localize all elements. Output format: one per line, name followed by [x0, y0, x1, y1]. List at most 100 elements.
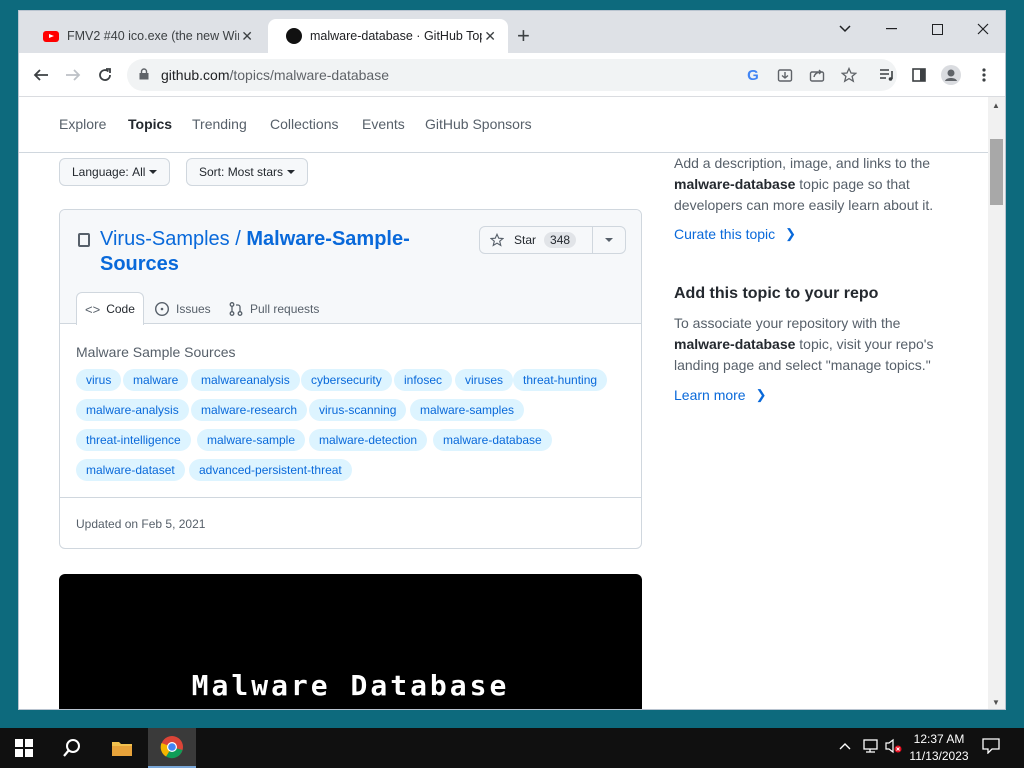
reload-icon[interactable] — [93, 63, 117, 87]
topic-tag[interactable]: cybersecurity — [301, 369, 392, 391]
language-filter-label: Language: — [72, 165, 129, 179]
topic-tag[interactable]: infosec — [394, 369, 453, 391]
address-bar[interactable]: github.com/topics/malware-database G — [127, 59, 897, 91]
forward-icon[interactable] — [61, 63, 85, 87]
scroll-up-icon[interactable]: ▲ — [992, 101, 1000, 110]
topic-tag[interactable]: malware-sample — [197, 429, 306, 451]
repo-card-footer: Updated on Feb 5, 2021 — [60, 497, 641, 548]
youtube-icon — [43, 28, 59, 44]
bookmark-star-icon[interactable] — [839, 65, 859, 85]
search-icon[interactable] — [48, 728, 96, 768]
network-icon[interactable] — [862, 738, 880, 757]
install-icon[interactable] — [775, 65, 795, 85]
star-icon — [490, 233, 504, 247]
topic-tag[interactable]: malware-research — [191, 399, 308, 421]
sort-filter-button[interactable]: Sort: Most stars — [186, 158, 309, 186]
profile-avatar-icon[interactable] — [941, 65, 961, 85]
add-topic-text: To associate your repository with the ma… — [674, 315, 934, 373]
star-dropdown-button[interactable] — [593, 238, 625, 242]
browser-window: FMV2 #40 ico.exe (the new Wind ✕ malware… — [18, 10, 1006, 710]
topic-tag[interactable]: malware-database — [433, 429, 552, 451]
scroll-down-icon[interactable]: ▼ — [992, 698, 1000, 707]
topic-description-prompt: Add a description, image, and links to t… — [674, 155, 934, 213]
back-icon[interactable] — [29, 63, 53, 87]
close-tab-icon[interactable]: ✕ — [241, 28, 253, 45]
subnav-explore[interactable]: Explore — [59, 116, 106, 132]
tab-title: FMV2 #40 ico.exe (the new Wind — [67, 29, 239, 43]
tab-search-icon[interactable] — [822, 15, 868, 43]
code-icon: <> — [85, 301, 101, 317]
topic-tag[interactable]: virus-scanning — [309, 399, 407, 421]
repo-owner-link[interactable]: Virus-Samples — [100, 228, 230, 250]
repo-card-header: Virus-Samples / Malware-Sample-Sources S… — [60, 210, 641, 325]
tab-github[interactable]: malware-database · GitHub Topi ✕ — [268, 19, 508, 53]
github-icon — [286, 28, 302, 44]
topic-tag[interactable]: malware-samples — [410, 399, 525, 421]
subnav-events[interactable]: Events — [362, 116, 405, 132]
close-window-button[interactable] — [960, 15, 1005, 43]
subnav-trending[interactable]: Trending — [192, 116, 247, 132]
subnav-topics[interactable]: Topics — [128, 116, 172, 132]
curate-topic-link[interactable]: Curate this topic ❯ — [674, 226, 796, 242]
language-filter-button[interactable]: Language: All — [59, 158, 171, 186]
star-label: Star — [514, 233, 537, 247]
topic-tag[interactable]: malware-analysis — [76, 399, 189, 421]
repo-separator: / — [229, 228, 247, 250]
topic-tag[interactable]: malwareanalysis — [191, 369, 300, 391]
sort-filter-label: Sort: — [199, 165, 225, 179]
menu-dots-icon[interactable] — [974, 65, 994, 85]
browser-toolbar: github.com/topics/malware-database G — [19, 53, 1005, 97]
new-tab-button[interactable]: + — [517, 25, 530, 47]
notifications-icon[interactable] — [982, 738, 1000, 757]
topic-tag[interactable]: threat-hunting — [513, 369, 608, 391]
tab-strip: FMV2 #40 ico.exe (the new Wind ✕ malware… — [19, 11, 1005, 53]
windows-start-icon[interactable] — [0, 728, 48, 768]
updated-date: Updated on Feb 5, 2021 — [76, 517, 206, 531]
google-lens-icon[interactable]: G — [743, 65, 763, 85]
topic-tag[interactable]: malware-dataset — [76, 459, 185, 481]
topic-banner-card[interactable]: Malware Database — [59, 574, 642, 709]
repo-tab-issues[interactable]: Issues — [154, 292, 211, 325]
page-scrollbar[interactable]: ▲ ▼ — [988, 97, 1005, 709]
chrome-taskbar-icon[interactable] — [148, 728, 196, 768]
subnav-collections[interactable]: Collections — [270, 116, 338, 132]
learn-more-link[interactable]: Learn more ❯ — [674, 387, 767, 403]
tab-title: malware-database · GitHub Topi — [310, 29, 482, 43]
tab-youtube[interactable]: FMV2 #40 ico.exe (the new Wind ✕ — [25, 19, 265, 53]
clock-date: 11/13/2023 — [909, 749, 969, 763]
star-button[interactable]: Star 348 — [479, 226, 626, 254]
topic-tag[interactable]: threat-intelligence — [76, 429, 191, 451]
maximize-button[interactable] — [914, 15, 960, 43]
add-topic-heading: Add this topic to your repo — [674, 285, 879, 302]
scroll-thumb[interactable] — [990, 139, 1003, 205]
topic-sidebar: Add a description, image, and links to t… — [674, 153, 964, 405]
minimize-button[interactable] — [868, 15, 914, 43]
topic-tag[interactable]: advanced-persistent-threat — [189, 459, 352, 481]
taskbar-clock[interactable]: 12:37 AM 11/13/2023 — [900, 731, 978, 765]
topic-tag[interactable]: malware-detection — [309, 429, 428, 451]
file-explorer-icon[interactable] — [98, 728, 146, 768]
reading-list-icon[interactable] — [877, 65, 897, 85]
topic-tag[interactable]: viruses — [455, 369, 514, 391]
subnav-github-sponsors[interactable]: GitHub Sponsors — [425, 116, 532, 132]
caret-down-icon — [149, 170, 158, 174]
repo-tab-code[interactable]: <> Code — [76, 292, 144, 325]
windows-taskbar: 12:37 AM 11/13/2023 — [0, 728, 1024, 768]
tray-overflow-icon[interactable] — [839, 738, 851, 753]
repo-icon — [78, 233, 90, 247]
topic-tag[interactable]: virus — [76, 369, 122, 391]
chevron-right-icon: ❯ — [755, 387, 767, 402]
topic-tag[interactable]: malware — [123, 369, 189, 391]
caret-down-icon — [287, 170, 296, 174]
url-text: github.com/topics/malware-database — [161, 67, 390, 83]
language-filter-value: All — [132, 165, 146, 179]
repo-title[interactable]: Virus-Samples / Malware-Sample-Sources — [100, 227, 430, 277]
banner-text: Malware Database — [191, 669, 510, 702]
chevron-right-icon: ❯ — [785, 226, 797, 241]
repo-tab-pull-requests[interactable]: Pull requests — [228, 292, 319, 325]
close-tab-icon[interactable]: ✕ — [484, 28, 496, 45]
sort-filter-value: Most stars — [227, 165, 284, 179]
pull-request-icon — [229, 301, 243, 316]
side-panel-icon[interactable] — [909, 65, 929, 85]
share-icon[interactable] — [807, 65, 827, 85]
